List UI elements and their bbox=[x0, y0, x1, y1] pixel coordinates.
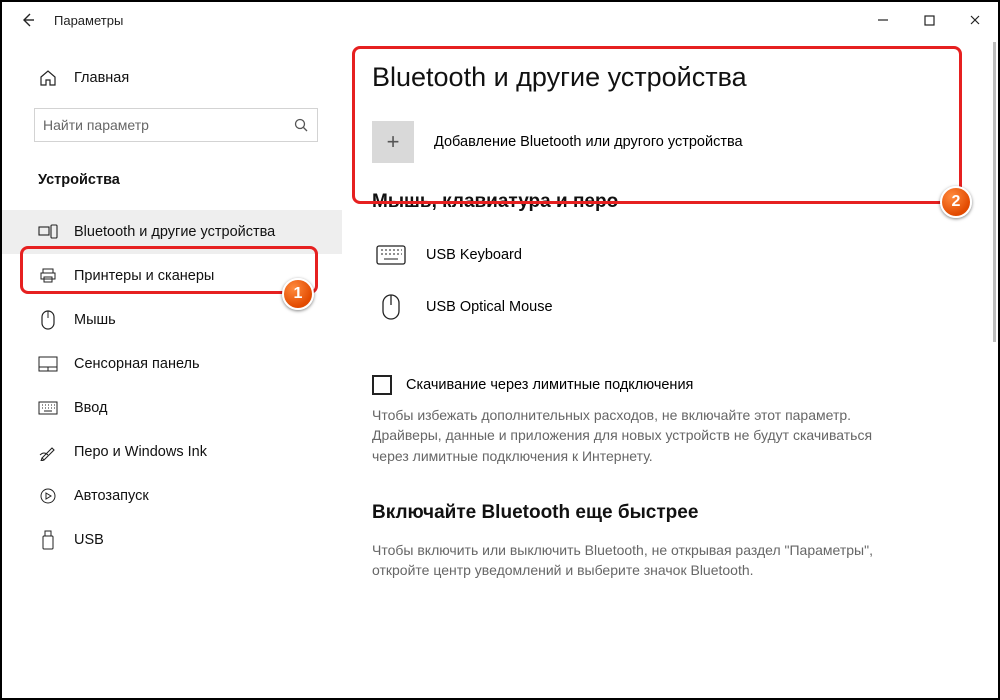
sidebar-home[interactable]: Главная bbox=[2, 56, 342, 100]
fast-help-text: Чтобы включить или выключить Bluetooth, … bbox=[372, 540, 902, 581]
sidebar-item-touchpad[interactable]: Сенсорная панель bbox=[2, 342, 342, 386]
sidebar-item-pen[interactable]: Перо и Windows Ink bbox=[2, 430, 342, 474]
pen-icon bbox=[38, 442, 58, 462]
checkbox-icon bbox=[372, 375, 392, 395]
device-row-keyboard[interactable]: USB Keyboard bbox=[372, 229, 988, 281]
sidebar-item-typing[interactable]: Ввод bbox=[2, 386, 342, 430]
sidebar-item-label: Мышь bbox=[74, 312, 116, 328]
search-input[interactable]: Найти параметр bbox=[34, 108, 318, 142]
sidebar-item-bluetooth[interactable]: Bluetooth и другие устройства bbox=[2, 210, 342, 254]
sidebar-item-label: Сенсорная панель bbox=[74, 356, 200, 372]
sidebar-item-autoplay[interactable]: Автозапуск bbox=[2, 474, 342, 518]
titlebar: Параметры bbox=[2, 2, 998, 38]
metered-checkbox-label: Скачивание через лимитные подключения bbox=[406, 377, 693, 393]
sidebar-item-label: Автозапуск bbox=[74, 488, 149, 504]
add-device-button[interactable]: + Добавление Bluetooth или другого устро… bbox=[372, 121, 988, 163]
metered-help-text: Чтобы избежать дополнительных расходов, … bbox=[372, 405, 902, 466]
sidebar-item-label: Принтеры и сканеры bbox=[74, 268, 214, 284]
sidebar-item-label: Перо и Windows Ink bbox=[74, 444, 207, 460]
device-name: USB Optical Mouse bbox=[426, 299, 553, 315]
arrow-left-icon bbox=[20, 12, 36, 28]
section-fast-bluetooth: Включайте Bluetooth еще быстрее bbox=[372, 502, 988, 524]
sidebar-item-usb[interactable]: USB bbox=[2, 518, 342, 562]
page-title: Bluetooth и другие устройства bbox=[372, 62, 988, 93]
sidebar-item-label: Ввод bbox=[74, 400, 107, 416]
scrollbar-thumb[interactable] bbox=[993, 42, 996, 342]
sidebar-home-label: Главная bbox=[74, 70, 129, 86]
search-placeholder: Найти параметр bbox=[43, 117, 293, 133]
sidebar-item-label: Bluetooth и другие устройства bbox=[74, 224, 275, 240]
search-icon bbox=[293, 117, 309, 133]
mouse-icon bbox=[38, 310, 58, 330]
maximize-icon bbox=[924, 15, 935, 26]
home-icon bbox=[38, 68, 58, 88]
device-name: USB Keyboard bbox=[426, 247, 522, 263]
touchpad-icon bbox=[38, 354, 58, 374]
close-icon bbox=[969, 14, 981, 26]
close-button[interactable] bbox=[952, 5, 998, 35]
usb-icon bbox=[38, 530, 58, 550]
sidebar-item-mouse[interactable]: Мышь bbox=[2, 298, 342, 342]
device-row-mouse[interactable]: USB Optical Mouse bbox=[372, 281, 988, 333]
autoplay-icon bbox=[38, 486, 58, 506]
mouse-icon bbox=[374, 297, 408, 317]
sidebar: Главная Найти параметр Устройства Blueto… bbox=[2, 38, 342, 698]
minimize-icon bbox=[877, 14, 889, 26]
section-input-devices: Мышь, клавиатура и перо bbox=[372, 191, 988, 213]
maximize-button[interactable] bbox=[906, 5, 952, 35]
keyboard-icon bbox=[38, 398, 58, 418]
metered-checkbox-row[interactable]: Скачивание через лимитные подключения bbox=[372, 375, 988, 395]
sidebar-item-label: USB bbox=[74, 532, 104, 548]
add-device-label: Добавление Bluetooth или другого устройс… bbox=[434, 134, 743, 150]
back-button[interactable] bbox=[2, 12, 54, 28]
keyboard-icon bbox=[374, 245, 408, 265]
devices-icon bbox=[38, 222, 58, 242]
plus-icon: + bbox=[372, 121, 414, 163]
window-title: Параметры bbox=[54, 13, 123, 28]
content-pane: Bluetooth и другие устройства + Добавлен… bbox=[342, 38, 998, 698]
printer-icon bbox=[38, 266, 58, 286]
minimize-button[interactable] bbox=[860, 5, 906, 35]
sidebar-section-label: Устройства bbox=[2, 158, 342, 202]
sidebar-item-printers[interactable]: Принтеры и сканеры bbox=[2, 254, 342, 298]
